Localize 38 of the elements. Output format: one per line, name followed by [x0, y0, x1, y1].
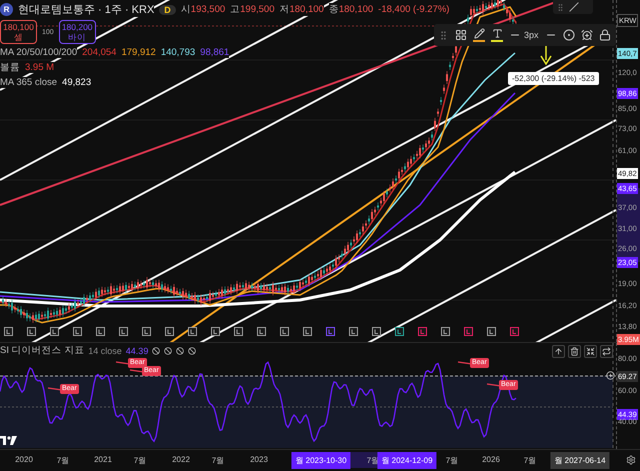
measure-label: -52,300 (-29.14%) -523 — [508, 72, 599, 85]
time-label: 2022 — [172, 455, 190, 464]
ohlc-value: 고199,500 — [230, 3, 274, 16]
indicator-name: MA 20/50/100/200 — [0, 47, 78, 58]
time-label: 7월 — [446, 455, 458, 466]
interval-badge[interactable]: D — [159, 4, 176, 14]
time-label: 7월 — [56, 455, 70, 466]
time-label: 7월 — [212, 455, 224, 466]
indicator-name: 볼륨 — [0, 61, 20, 74]
time-label: 2023 — [250, 455, 268, 464]
indicator-name: MA 365 close — [0, 77, 58, 88]
indicator-params: 14 close — [88, 346, 122, 356]
ohlc-value: 시 193,500 — [180, 3, 226, 16]
indicator-title: SI 디이버전스 지표 — [0, 344, 84, 357]
buy-button[interactable]: 180,200 바이 — [58, 20, 96, 44]
time-label: 2020 — [15, 455, 33, 464]
ohlc-value: 종180,100 — [328, 3, 374, 16]
time-label: 2021 — [94, 455, 112, 464]
price-change: -18,400 (-9.27%) — [378, 4, 450, 15]
sell-button[interactable]: 180,100 셀 — [0, 20, 37, 44]
time-label: 7월 — [366, 455, 380, 466]
indicator-value: 3.95 M — [25, 62, 54, 73]
indicator-value: 204,054 — [82, 47, 116, 58]
indicator-value: 179,912 — [121, 47, 156, 58]
exchange-logo: R — [0, 3, 13, 16]
indicator-value: 44.39 — [126, 346, 148, 356]
line-width-button[interactable]: 3px — [509, 29, 539, 41]
time-label: 7월 — [524, 455, 536, 466]
ohlc-value: 저 180,100 — [279, 3, 324, 16]
date-badge: 월 2027-06-14 — [550, 452, 610, 469]
date-badge: 월 2023-10-30 — [291, 452, 351, 469]
time-label: 7월 — [134, 455, 146, 466]
indicator-value: 98,861 — [200, 47, 230, 58]
time-label: 2026 — [482, 455, 500, 464]
date-badge: 월 2024-12-09 — [377, 452, 437, 469]
symbol-title[interactable]: 현대로템보통주 · 1주 · KRX — [18, 2, 154, 17]
indicator-value: 140,793 — [160, 47, 196, 58]
indicator-value: 49,823 — [62, 77, 92, 88]
